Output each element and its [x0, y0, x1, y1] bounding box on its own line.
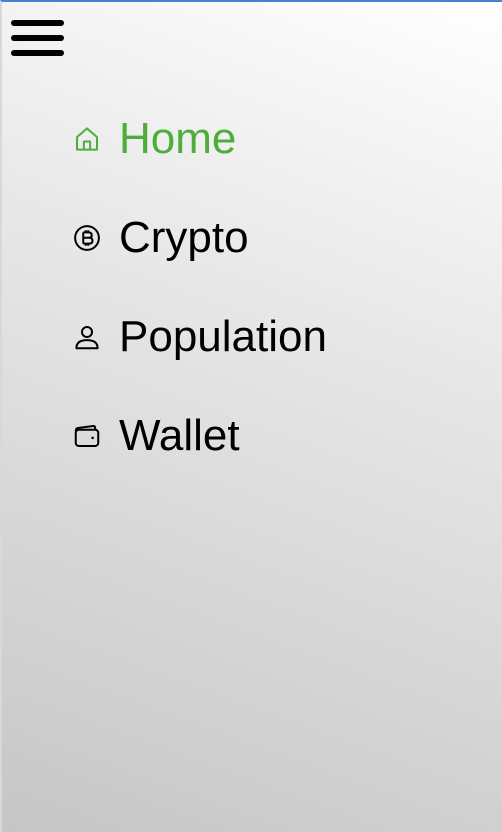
nav-item-label: Home: [119, 114, 237, 163]
hamburger-bar: [11, 20, 64, 26]
hamburger-menu-icon[interactable]: [11, 20, 64, 57]
nav-item-label: Wallet: [119, 411, 240, 460]
nav-item-home[interactable]: Home: [72, 109, 236, 169]
nav-drawer: Home Crypto Population Wallet: [0, 0, 502, 832]
home-icon: [72, 124, 102, 154]
nav-item-wallet[interactable]: Wallet: [72, 406, 240, 466]
wallet-icon: [72, 421, 102, 451]
nav-item-label: Crypto: [119, 213, 249, 262]
hamburger-bar: [11, 50, 64, 56]
nav-item-label: Population: [119, 312, 327, 361]
hamburger-bar: [11, 35, 64, 41]
nav-item-population[interactable]: Population: [72, 307, 327, 367]
nav-item-crypto[interactable]: Crypto: [72, 208, 249, 268]
bitcoin-icon: [72, 223, 102, 253]
person-icon: [72, 322, 102, 352]
